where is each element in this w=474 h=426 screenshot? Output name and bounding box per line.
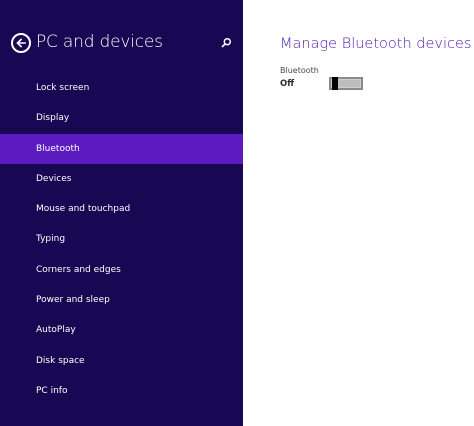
sidebar-item-bluetooth[interactable]: Bluetooth [0,133,243,164]
sidebar-item-typing[interactable]: Typing [0,224,243,254]
bluetooth-toggle[interactable] [329,77,363,90]
search-button[interactable] [219,35,233,49]
sidebar-item-autoplay[interactable]: AutoPlay [0,315,243,345]
back-arrow-icon [16,38,26,48]
bluetooth-state-text: Off [280,79,295,89]
sidebar: PC and devices Lock screen Display Bluet… [0,0,243,426]
sidebar-item-lock-screen[interactable]: Lock screen [0,73,243,103]
sidebar-item-corners-and-edges[interactable]: Corners and edges [0,255,243,285]
back-button[interactable] [11,33,31,53]
sidebar-item-disk-space[interactable]: Disk space [0,346,243,376]
search-icon [221,37,232,48]
sidebar-item-display[interactable]: Display [0,103,243,133]
sidebar-item-power-and-sleep[interactable]: Power and sleep [0,285,243,315]
sidebar-item-pc-info[interactable]: PC info [0,376,243,406]
page-title: PC and devices [36,32,163,52]
sidebar-nav: Lock screen Display Bluetooth Devices Mo… [0,73,243,406]
section-title: Manage Bluetooth devices [280,36,472,52]
toggle-thumb [332,77,338,90]
bluetooth-setting-label: Bluetooth [280,66,319,75]
sidebar-item-devices[interactable]: Devices [0,164,243,194]
sidebar-item-mouse-and-touchpad[interactable]: Mouse and touchpad [0,194,243,224]
